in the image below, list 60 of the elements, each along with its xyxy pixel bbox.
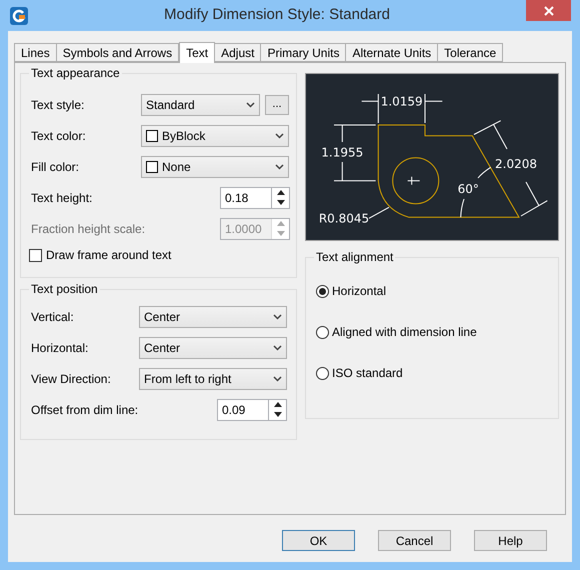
dialog-button[interactable]: Cancel [378,530,451,551]
number-field[interactable]: 0.09 [217,398,287,420]
group-title: Text alignment [314,249,396,265]
radio-label: Horizontal [332,283,386,300]
radio-label: Aligned with dimension line [332,324,477,341]
close-button[interactable] [526,0,571,21]
up-arrow-icon [274,402,282,407]
number-field[interactable]: 0.18 [220,186,290,208]
dialog-button[interactable]: OK [282,530,355,551]
down-arrow-icon [276,231,284,236]
dimension-label: 1.0159 [380,94,423,108]
field-label: Text style: [31,96,86,114]
field-label: Vertical: [31,308,75,326]
down-arrow-icon [274,412,282,417]
chevron-down-icon [273,344,282,350]
browse-button[interactable]: ... [265,94,289,114]
radio-button[interactable] [316,326,329,338]
field-label: Offset from dim line: [31,402,139,418]
tab[interactable]: Adjust [214,43,262,62]
dimension-label: 1.1955 [321,146,364,160]
chevron-down-icon [275,164,284,170]
chevron-down-icon [273,376,282,382]
tab[interactable]: Alternate Units [345,43,438,62]
dialog-button[interactable]: Help [474,530,547,551]
up-arrow-icon [276,190,284,195]
color-swatch [146,160,158,172]
dropdown[interactable]: Center [139,306,287,328]
field-label: Text color: [31,128,87,144]
dimension-label: 60° [458,182,479,196]
radio-label: ISO standard [332,365,403,382]
dropdown[interactable]: Center [139,336,287,358]
dropdown[interactable]: From left to right [139,368,287,390]
field-label: Text height: [31,190,94,206]
app-logo-icon [10,6,28,24]
field-label: Horizontal: [31,340,90,356]
radio-button[interactable] [316,366,329,380]
close-icon [544,6,554,16]
checkbox[interactable] [29,248,42,262]
checkbox-label: Draw frame around text [46,247,172,264]
dropdown[interactable]: None [141,156,289,178]
tab[interactable]: Tolerance [437,43,504,62]
field-label: View Direction: [31,370,112,388]
color-swatch [146,130,158,142]
chevron-down-icon [273,314,282,320]
tab[interactable]: Lines [14,43,57,62]
radio-button[interactable] [316,284,329,298]
dropdown[interactable]: Standard [141,94,260,116]
group-title: Text position [29,281,100,297]
tab[interactable]: Symbols and Arrows [56,43,180,62]
down-arrow-icon [276,200,284,205]
up-arrow-icon [276,221,284,226]
tab[interactable]: Primary Units [260,43,346,62]
chevron-down-icon [246,102,255,108]
tab[interactable]: Text [179,42,216,63]
dimension-label: 2.0208 [495,157,537,171]
dropdown[interactable]: ByBlock [141,124,289,146]
window-title: Modify Dimension Style: Standard [163,5,391,26]
chevron-down-icon [275,132,284,138]
dimension-label: R0.8045 [318,212,370,226]
field-label: Fill color: [31,158,80,176]
